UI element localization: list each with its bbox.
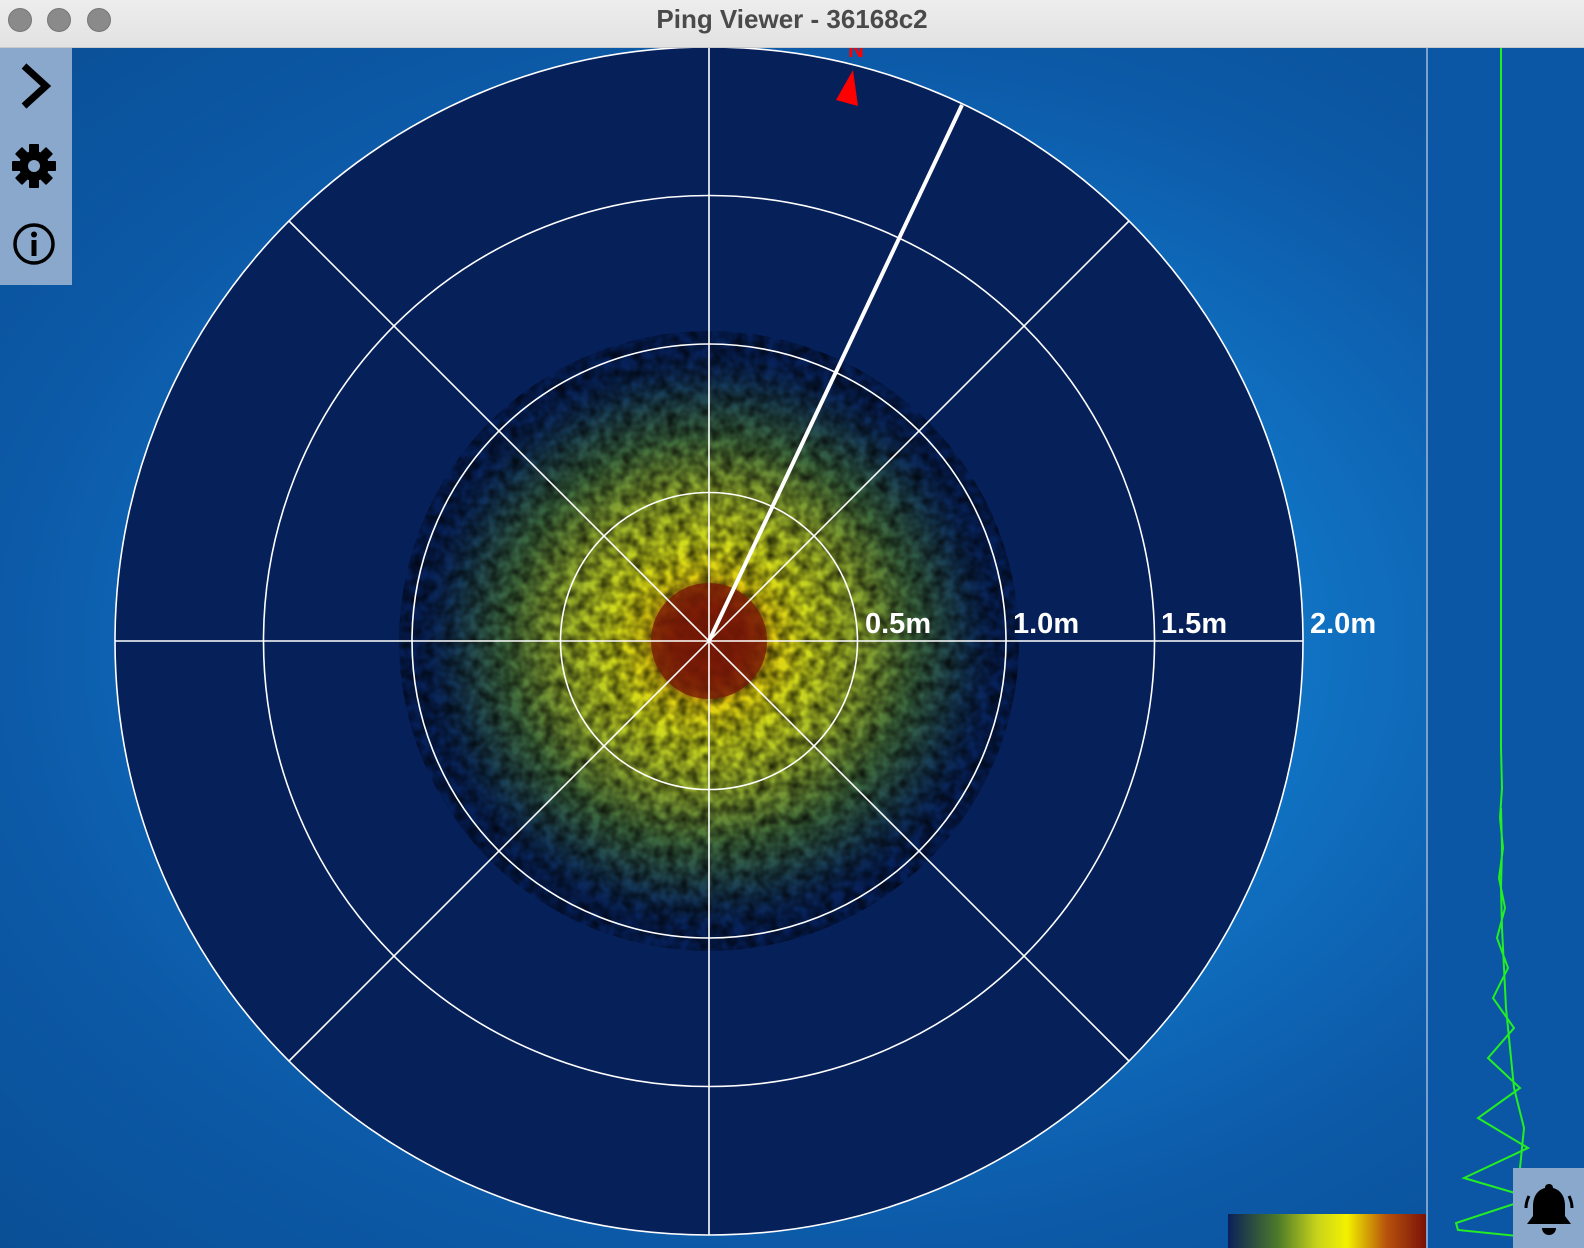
expand-menu-button[interactable]: [6, 58, 62, 114]
gear-icon: [12, 144, 56, 188]
info-icon: [13, 223, 55, 265]
range-label: 1.0m: [1013, 608, 1079, 640]
profile-trace: [1454, 48, 1542, 1240]
window-title: Ping Viewer - 36168c2: [656, 4, 928, 34]
alert-button[interactable]: [1513, 1168, 1584, 1248]
profile-panel: [1426, 48, 1584, 1248]
echo-profile-plot: [1454, 48, 1542, 1240]
bell-icon: [1524, 1184, 1573, 1235]
range-label: 2.0m: [1310, 608, 1376, 640]
chevron-right-icon: [21, 63, 52, 109]
heading-label: N: [848, 48, 864, 62]
intensity-color-scale: [1228, 1214, 1426, 1248]
settings-button[interactable]: [6, 138, 62, 194]
sonar-display: N 0.5m 1.0m 1.5m 2.0m: [114, 48, 1376, 1236]
range-label: 1.5m: [1161, 608, 1227, 640]
info-button[interactable]: [6, 216, 62, 272]
sonar-view: N 0.5m 1.0m 1.5m 2.0m: [0, 48, 1584, 1248]
title-bar: Ping Viewer - 36168c2: [0, 0, 1584, 48]
angle-grid: [115, 48, 1303, 1235]
side-toolbar: [0, 48, 72, 285]
range-label: 0.5m: [865, 608, 931, 640]
